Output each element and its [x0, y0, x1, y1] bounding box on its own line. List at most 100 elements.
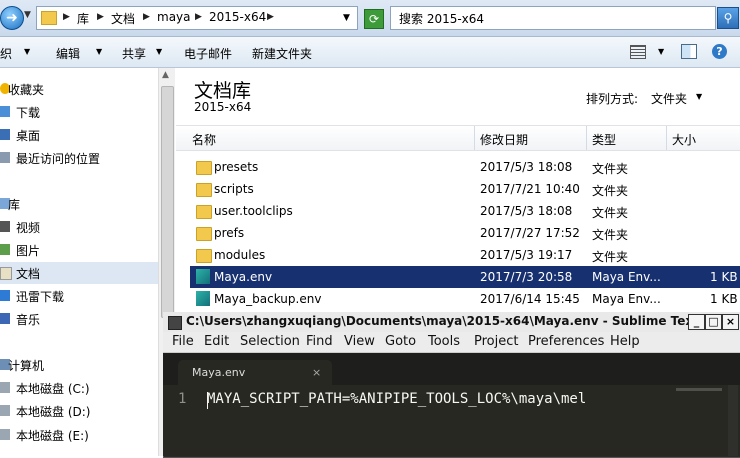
menu-preferences[interactable]: Preferences	[528, 334, 604, 349]
column-header-type[interactable]: 类型	[592, 131, 616, 148]
search-icon[interactable]: ⚲	[717, 7, 739, 29]
nav-desktop[interactable]: 桌面	[0, 124, 158, 146]
arrange-by-dropdown[interactable]: 文件夹	[651, 90, 687, 107]
chevron-down-icon[interactable]: ▼	[24, 47, 30, 56]
nav-label: 图片	[16, 244, 41, 258]
column-divider[interactable]	[474, 126, 475, 150]
new-folder-button[interactable]: 新建文件夹	[252, 45, 312, 62]
view-options-icon[interactable]	[630, 45, 646, 59]
file-row[interactable]: Maya_backup.env 2017/6/14 15:45 Maya Env..…	[190, 288, 740, 310]
back-arrow-icon[interactable]: ➜	[0, 6, 24, 30]
chevron-right-icon[interactable]: ▶	[267, 12, 274, 22]
disk-icon	[0, 405, 10, 416]
file-size: 1 KB	[710, 292, 738, 306]
menu-find[interactable]: Find	[306, 334, 333, 349]
file-row[interactable]: presets 2017/5/3 18:08 文件夹	[190, 156, 740, 178]
nav-libraries[interactable]: 库	[0, 193, 158, 215]
chevron-down-icon[interactable]: ▼	[696, 92, 702, 101]
nav-computer[interactable]: 计算机	[0, 354, 158, 376]
music-icon	[0, 313, 10, 324]
chevron-down-icon[interactable]: ▼	[96, 47, 102, 56]
search-placeholder: 搜索 2015-x64	[399, 12, 485, 26]
help-icon[interactable]: ?	[712, 44, 727, 59]
breadcrumb-item[interactable]: 库	[77, 10, 89, 27]
email-button[interactable]: 电子邮件	[184, 45, 232, 62]
file-name: modules	[214, 248, 266, 262]
maximize-button[interactable]: □	[705, 314, 722, 330]
menu-goto[interactable]: Goto	[385, 334, 416, 349]
chevron-right-icon[interactable]: ▶	[97, 12, 104, 22]
nav-recent[interactable]: 最近访问的位置	[0, 147, 158, 169]
breadcrumb[interactable]: ▶ 库 ▶ 文档 ▶ maya ▶ 2015-x64 ▶ ▼	[36, 6, 358, 30]
file-row-selected[interactable]: Maya.env 2017/7/3 20:58 Maya Env... 1 KB	[190, 266, 740, 288]
chevron-right-icon[interactable]: ▶	[195, 12, 202, 22]
breadcrumb-item[interactable]: 文档	[111, 10, 135, 27]
nav-downloads[interactable]: 下载	[0, 101, 158, 123]
arrange-by-label: 排列方式:	[586, 92, 639, 106]
chevron-right-icon[interactable]: ▶	[143, 12, 150, 22]
share-button[interactable]: 共享	[122, 45, 146, 62]
nav-disk-e[interactable]: 本地磁盘 (E:)	[0, 424, 158, 446]
menu-file[interactable]: File	[172, 334, 194, 349]
nav-music[interactable]: 音乐	[0, 308, 158, 330]
chevron-right-icon[interactable]: ▶	[63, 12, 70, 22]
recent-places-icon	[0, 152, 10, 163]
minimize-button[interactable]: _	[688, 314, 705, 330]
nav-favorites[interactable]: 收藏夹	[0, 78, 158, 100]
menu-tools[interactable]: Tools	[428, 334, 460, 349]
menu-help[interactable]: Help	[610, 334, 640, 349]
menu-selection[interactable]: Selection	[240, 334, 300, 349]
menu-view[interactable]: View	[344, 334, 375, 349]
nav-disk-c[interactable]: 本地磁盘 (C:)	[0, 377, 158, 399]
nav-pictures[interactable]: 图片	[0, 239, 158, 261]
breadcrumb-item[interactable]: maya	[157, 10, 191, 24]
close-icon[interactable]: ×	[312, 366, 321, 379]
folder-icon	[41, 11, 57, 25]
preview-pane-icon[interactable]	[681, 44, 697, 59]
nav-label: 最近访问的位置	[16, 152, 101, 166]
nav-label: 视频	[16, 221, 41, 235]
column-divider[interactable]	[666, 126, 667, 150]
file-name: Maya_backup.env	[214, 292, 322, 306]
nav-disk-d[interactable]: 本地磁盘 (D:)	[0, 400, 158, 422]
file-row[interactable]: scripts 2017/7/21 10:40 文件夹	[190, 178, 740, 200]
nav-label: 文档	[16, 267, 41, 281]
column-header-date[interactable]: 修改日期	[480, 131, 528, 148]
file-row[interactable]: prefs 2017/7/27 17:52 文件夹	[190, 222, 740, 244]
chevron-down-icon[interactable]: ▼	[156, 47, 162, 56]
column-header-size[interactable]: 大小	[672, 131, 696, 148]
maya-file-icon	[196, 269, 210, 284]
nav-videos[interactable]: 视频	[0, 216, 158, 238]
column-divider[interactable]	[586, 126, 587, 150]
history-dropdown-icon[interactable]: ▼	[24, 10, 31, 20]
line-number: 1	[178, 391, 187, 407]
refresh-icon[interactable]: ⟳	[364, 9, 384, 29]
library-subtitle: 2015-x64	[194, 100, 252, 114]
nav-label: 库	[8, 198, 21, 212]
file-row[interactable]: modules 2017/5/3 19:17 文件夹	[190, 244, 740, 266]
minimap[interactable]	[676, 388, 722, 391]
nav-documents[interactable]: 文档	[0, 262, 158, 284]
column-header-name[interactable]: 名称	[192, 131, 216, 148]
file-type: 文件夹	[592, 250, 629, 264]
file-date: 2017/7/3 20:58	[480, 270, 573, 284]
open-with-button[interactable]: 编辑	[56, 45, 80, 62]
file-row[interactable]: user.toolclips 2017/5/3 18:08 文件夹	[190, 200, 740, 222]
folder-icon	[196, 183, 212, 197]
menu-edit[interactable]: Edit	[204, 334, 229, 349]
scrollbar-thumb[interactable]	[161, 86, 174, 318]
xunlei-icon	[0, 290, 10, 301]
search-input[interactable]: 搜索 2015-x64	[390, 6, 716, 30]
sublime-app-icon	[168, 316, 182, 330]
scroll-up-icon[interactable]: ▲	[162, 70, 169, 80]
nav-label: 本地磁盘 (C:)	[16, 382, 90, 396]
menu-project[interactable]: Project	[474, 334, 518, 349]
nav-xunlei[interactable]: 迅雷下载	[0, 285, 158, 307]
address-dropdown-icon[interactable]: ▼	[343, 13, 350, 23]
chevron-down-icon[interactable]: ▼	[658, 47, 664, 56]
close-button[interactable]: ×	[722, 314, 739, 330]
editor-scrollbar[interactable]	[728, 385, 738, 456]
organize-button[interactable]: 织	[0, 45, 12, 62]
code-line[interactable]: MAYA_SCRIPT_PATH=%ANIPIPE_TOOLS_LOC%\may…	[207, 391, 586, 407]
breadcrumb-item[interactable]: 2015-x64	[209, 10, 266, 24]
